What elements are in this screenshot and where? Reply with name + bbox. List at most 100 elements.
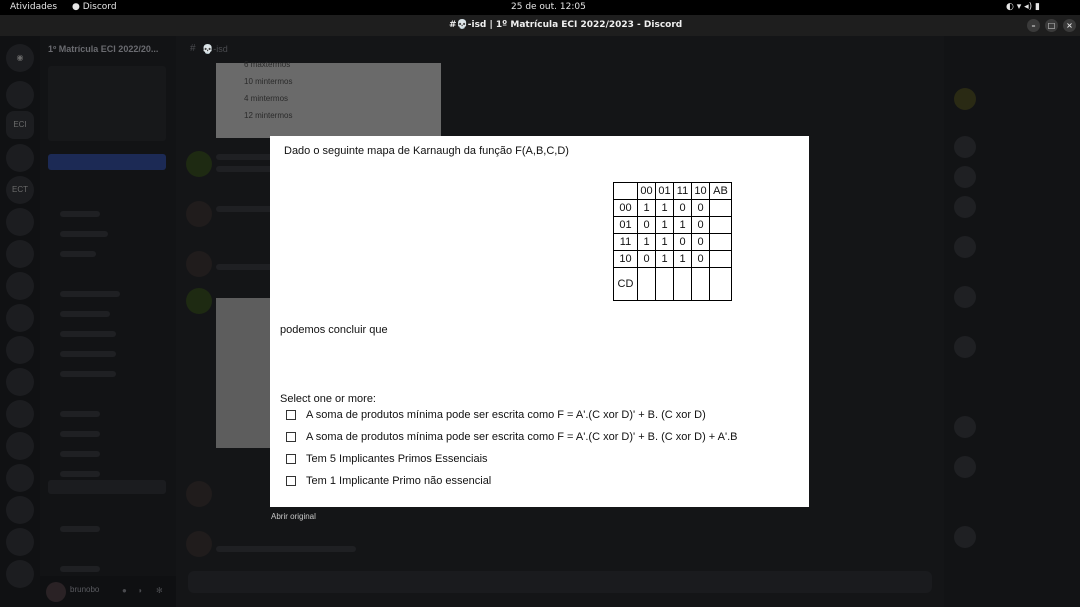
- server-icon[interactable]: [6, 81, 34, 109]
- channel-item[interactable]: [60, 291, 120, 297]
- open-original-link[interactable]: Abrir original: [271, 512, 316, 521]
- channel-item[interactable]: [60, 471, 100, 477]
- kmap-cell: 1: [673, 250, 692, 268]
- server-icon[interactable]: [6, 240, 34, 268]
- answer-option: A soma de produtos mínima pode ser escri…: [286, 409, 706, 421]
- background-attachment[interactable]: 6 maxtermos 10 mintermos 4 mintermos 12 …: [216, 60, 441, 138]
- quick-switcher-tip: [48, 66, 166, 141]
- channel-title: 💀-isd: [202, 44, 228, 54]
- server-icon[interactable]: [6, 528, 34, 556]
- minimize-button[interactable]: –: [1027, 19, 1040, 32]
- avatar[interactable]: [954, 196, 976, 218]
- channel-item[interactable]: [60, 431, 100, 437]
- kmap-empty-cell: [709, 233, 732, 251]
- close-button[interactable]: ×: [1063, 19, 1076, 32]
- bg-item: 12 mintermos: [244, 111, 293, 120]
- server-list: ◉ ECI ECT: [0, 36, 40, 607]
- server-icon[interactable]: [6, 208, 34, 236]
- avatar[interactable]: [954, 286, 976, 308]
- channel-item[interactable]: [60, 566, 100, 572]
- channel-item[interactable]: [60, 211, 100, 217]
- image-preview[interactable]: Dado o seguinte mapa de Karnaugh da funç…: [270, 136, 809, 507]
- kmap-cell: 0: [673, 199, 692, 217]
- kmap-row-header: 01: [613, 216, 638, 234]
- kmap-col-header: 01: [655, 182, 674, 200]
- kmap-corner: [613, 182, 638, 200]
- tray-icons[interactable]: ◐ ▾ ◂) ▮: [1006, 2, 1040, 12]
- avatar[interactable]: [954, 456, 976, 478]
- kmap-cell: 1: [655, 216, 674, 234]
- channel-item[interactable]: [60, 411, 100, 417]
- avatar[interactable]: [186, 151, 212, 177]
- avatar[interactable]: [186, 481, 212, 507]
- server-eci-icon[interactable]: ECI: [6, 111, 34, 139]
- headphones-icon[interactable]: ◗: [138, 586, 143, 595]
- checkbox: [286, 476, 296, 487]
- channel-item[interactable]: [60, 331, 116, 337]
- channel-item[interactable]: [60, 451, 100, 457]
- kmap-ab-label: AB: [709, 182, 732, 200]
- discord-home-icon[interactable]: ◉: [6, 44, 34, 72]
- kmap-empty-cell: [709, 216, 732, 234]
- channel-item[interactable]: [60, 351, 116, 357]
- kmap-empty-cell: [637, 267, 656, 301]
- avatar[interactable]: [186, 288, 212, 314]
- server-icon[interactable]: [6, 400, 34, 428]
- bg-item: 6 maxtermos: [244, 60, 291, 69]
- channel-item-active[interactable]: [48, 480, 166, 494]
- kmap-cell: 1: [655, 233, 674, 251]
- conclude-text: podemos concluir que: [280, 324, 388, 336]
- kmap-col-header: 11: [673, 182, 692, 200]
- question-prompt: Dado o seguinte mapa de Karnaugh da funç…: [284, 145, 569, 157]
- maximize-button[interactable]: □: [1045, 19, 1058, 32]
- server-name[interactable]: 1º Matrícula ECI 2022/20...: [48, 44, 158, 54]
- avatar[interactable]: [954, 166, 976, 188]
- server-icon[interactable]: [6, 144, 34, 172]
- quick-switcher-button[interactable]: [48, 154, 166, 170]
- server-icon[interactable]: [6, 272, 34, 300]
- answer-option: A soma de produtos mínima pode ser escri…: [286, 431, 738, 443]
- clock[interactable]: 25 de out. 12:05: [511, 2, 586, 12]
- channel-item[interactable]: [60, 371, 116, 377]
- server-icon[interactable]: [6, 560, 34, 588]
- avatar[interactable]: [186, 251, 212, 277]
- server-ect-icon[interactable]: ECT: [6, 176, 34, 204]
- option-label: Tem 5 Implicantes Primos Essenciais: [306, 453, 488, 465]
- discord-app-indicator[interactable]: ● Discord: [72, 2, 117, 12]
- kmap-empty-cell: [709, 267, 732, 301]
- kmap-empty-cell: [709, 250, 732, 268]
- channel-item[interactable]: [60, 251, 96, 257]
- message-input[interactable]: [188, 571, 932, 593]
- avatar[interactable]: [954, 416, 976, 438]
- mic-icon[interactable]: ●: [122, 586, 127, 595]
- server-icon[interactable]: [6, 464, 34, 492]
- activities-button[interactable]: Atividades: [10, 2, 57, 12]
- bg-item: 4 mintermos: [244, 94, 289, 103]
- channel-item[interactable]: [60, 526, 100, 532]
- channel-item[interactable]: [60, 311, 110, 317]
- discord-icon: ●: [72, 2, 80, 12]
- option-label: A soma de produtos mínima pode ser escri…: [306, 431, 738, 443]
- background-attachment[interactable]: [216, 298, 270, 448]
- server-icon[interactable]: [6, 368, 34, 396]
- channel-header: # 💀-isd: [176, 36, 944, 62]
- settings-gear-icon[interactable]: ✻: [156, 586, 163, 595]
- kmap-cell: 0: [637, 250, 656, 268]
- avatar[interactable]: [186, 201, 212, 227]
- server-icon[interactable]: [6, 432, 34, 460]
- kmap-empty-cell: [709, 199, 732, 217]
- server-icon[interactable]: [6, 496, 34, 524]
- kmap-row-header: 00: [613, 199, 638, 217]
- avatar[interactable]: [954, 136, 976, 158]
- avatar[interactable]: [46, 582, 66, 602]
- channel-item[interactable]: [60, 231, 108, 237]
- kmap-cell: 0: [691, 216, 710, 234]
- avatar[interactable]: [186, 531, 212, 557]
- avatar[interactable]: [954, 88, 976, 110]
- kmap-col-header: 10: [691, 182, 710, 200]
- avatar[interactable]: [954, 336, 976, 358]
- avatar[interactable]: [954, 526, 976, 548]
- server-icon[interactable]: [6, 336, 34, 364]
- server-icon[interactable]: [6, 304, 34, 332]
- avatar[interactable]: [954, 236, 976, 258]
